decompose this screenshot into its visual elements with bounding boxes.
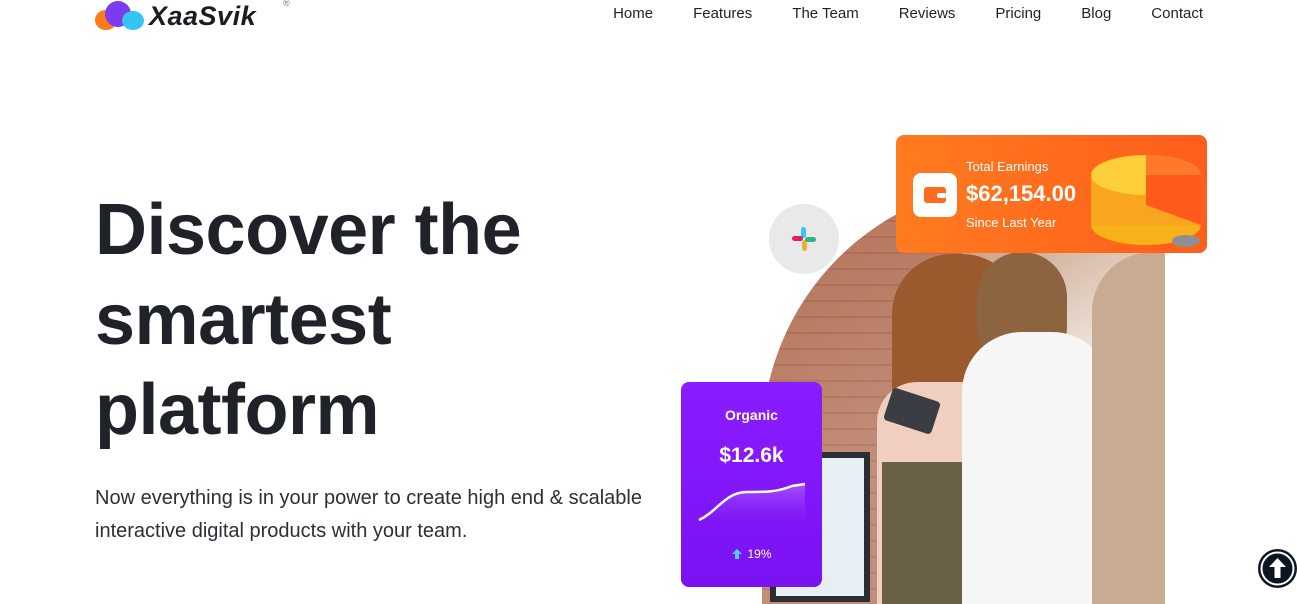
organic-value: $12.6k — [719, 444, 784, 467]
nav-item-reviews[interactable]: Reviews — [899, 4, 956, 24]
nav-item-features[interactable]: Features — [693, 4, 752, 24]
logo-mark-icon — [95, 1, 145, 31]
nav-item-contact[interactable]: Contact — [1151, 4, 1203, 24]
brand-name: XaaSvik — [149, 1, 257, 31]
nav-item-blog[interactable]: Blog — [1081, 4, 1111, 24]
main-nav: Home Features The Team Reviews Pricing B… — [613, 4, 1203, 24]
organic-label: Organic — [725, 407, 778, 423]
hero-subtitle: Now everything is in your power to creat… — [95, 487, 642, 542]
nav-item-team[interactable]: The Team — [792, 4, 858, 24]
hero-title: Discover the smartest platform — [95, 190, 522, 450]
nav-item-pricing[interactable]: Pricing — [995, 4, 1041, 24]
scroll-to-top-button[interactable] — [1258, 549, 1297, 588]
organic-trend: 19% — [681, 547, 822, 561]
brand-logo[interactable]: XaaSvik ® — [95, 0, 290, 32]
slack-badge — [769, 204, 839, 274]
pie-3d-icon — [1091, 155, 1201, 247]
nav-item-home[interactable]: Home — [613, 4, 653, 24]
earnings-card: Total Earnings $62,154.00 Since Last Yea… — [896, 135, 1207, 253]
organic-sparkline — [698, 482, 806, 530]
arrow-up-icon — [732, 549, 743, 559]
wallet-icon — [913, 173, 957, 217]
earnings-since: Since Last Year — [966, 215, 1057, 230]
earnings-label: Total Earnings — [966, 159, 1049, 174]
arrow-up-circle-icon — [1258, 549, 1297, 588]
registered-mark: ® — [283, 0, 290, 8]
earnings-value: $62,154.00 — [966, 181, 1077, 206]
slack-icon — [792, 227, 816, 251]
organic-percent: 19% — [747, 547, 772, 561]
organic-card: Organic $12.6k 19% — [681, 382, 822, 587]
